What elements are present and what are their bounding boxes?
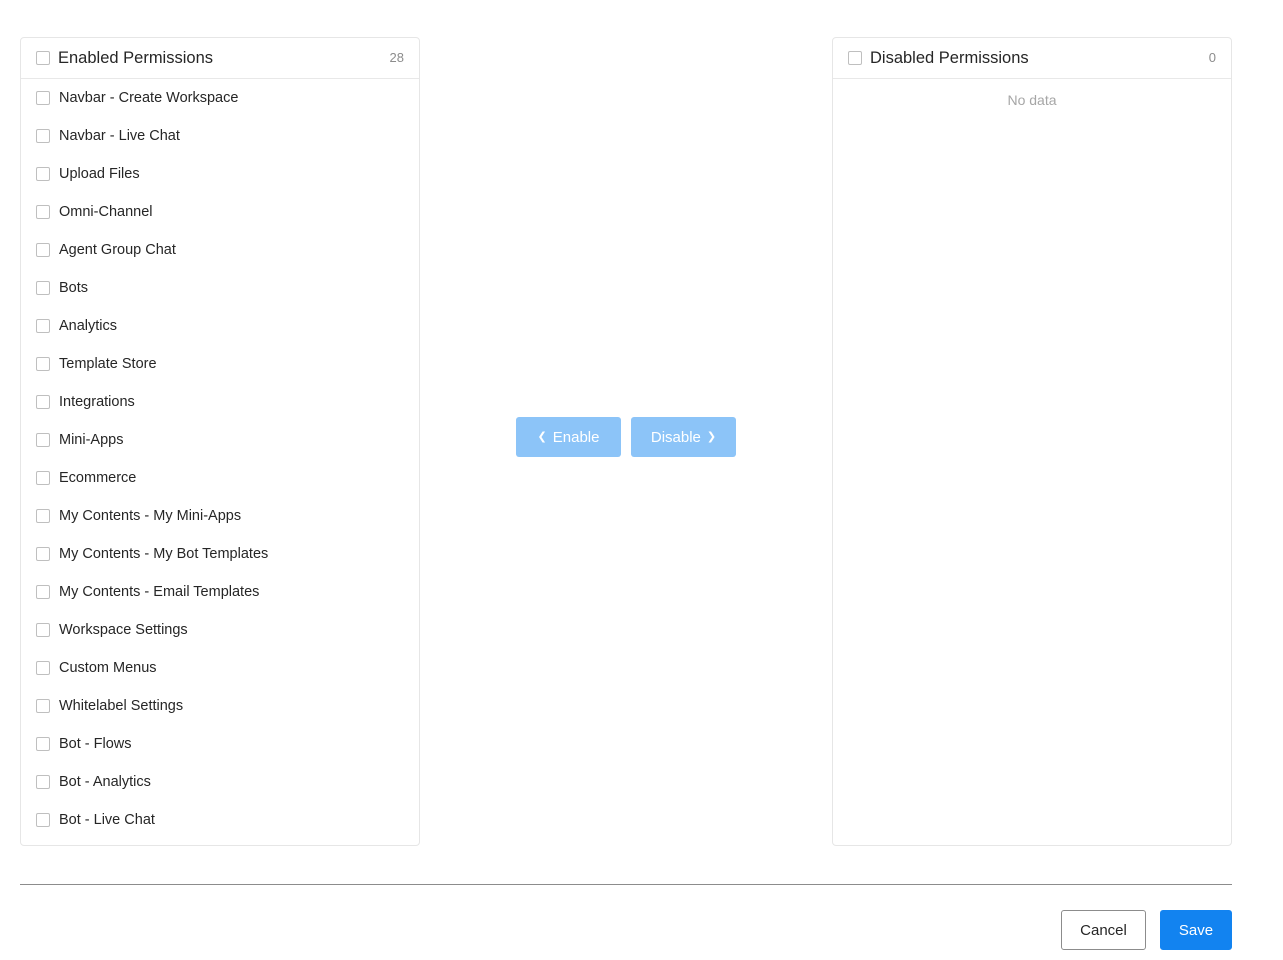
list-item[interactable]: Ecommerce [21, 459, 419, 497]
permissions-transfer-dialog: Enabled Permissions 28 Navbar - Create W… [0, 0, 1283, 960]
permission-label: Integrations [59, 394, 135, 410]
enable-button[interactable]: ❮ Enable [516, 417, 621, 457]
permission-label: Upload Files [59, 166, 140, 182]
enabled-panel-header: Enabled Permissions 28 [21, 38, 419, 79]
cancel-button[interactable]: Cancel [1061, 910, 1146, 950]
permission-checkbox[interactable] [36, 243, 50, 257]
disabled-empty-state: No data [1007, 92, 1057, 108]
permission-checkbox[interactable] [36, 395, 50, 409]
disabled-panel-header: Disabled Permissions 0 [833, 38, 1231, 79]
permission-checkbox[interactable] [36, 319, 50, 333]
permission-label: Whitelabel Settings [59, 698, 184, 714]
disabled-permissions-panel: Disabled Permissions 0 No data [832, 37, 1232, 846]
permission-checkbox[interactable] [36, 775, 50, 789]
list-item[interactable]: Agent Group Chat [21, 231, 419, 269]
disable-button[interactable]: Disable ❯ [631, 417, 736, 457]
list-item[interactable]: My Contents - My Mini-Apps [21, 497, 419, 535]
enabled-select-all-checkbox[interactable] [36, 51, 50, 65]
permission-label: Analytics [59, 318, 118, 334]
permission-label: Bot - Analytics [59, 774, 151, 790]
chevron-right-icon: ❯ [706, 430, 717, 443]
permission-label: Ecommerce [59, 470, 137, 486]
permission-label: Custom Menus [59, 660, 157, 676]
permission-checkbox[interactable] [36, 813, 50, 827]
list-item[interactable]: Whitelabel Settings [21, 687, 419, 725]
permission-checkbox[interactable] [36, 281, 50, 295]
permission-label: Bot - Flows [59, 736, 132, 752]
list-item[interactable]: Workspace Settings [21, 611, 419, 649]
list-item[interactable]: My Contents - My Bot Templates [21, 535, 419, 573]
permission-checkbox[interactable] [36, 129, 50, 143]
permission-checkbox[interactable] [36, 737, 50, 751]
list-item[interactable]: Navbar - Create Workspace [21, 79, 419, 117]
permission-label: Agent Group Chat [59, 242, 176, 258]
permission-checkbox[interactable] [36, 91, 50, 105]
permission-checkbox[interactable] [36, 357, 50, 371]
permission-label: My Contents - My Bot Templates [59, 546, 269, 562]
list-item[interactable]: Bot - Flows [21, 725, 419, 763]
list-item[interactable]: Integrations [21, 383, 419, 421]
enabled-permissions-panel: Enabled Permissions 28 Navbar - Create W… [20, 37, 420, 846]
list-item[interactable]: Bot - Live Chat [21, 801, 419, 839]
list-item[interactable]: Upload Files [21, 155, 419, 193]
enabled-panel-title: Enabled Permissions [58, 48, 213, 67]
save-button[interactable]: Save [1160, 910, 1232, 950]
permission-label: Template Store [59, 356, 157, 372]
enable-button-label: Enable [552, 428, 600, 446]
permission-label: Mini-Apps [59, 432, 124, 448]
permission-checkbox[interactable] [36, 167, 50, 181]
permission-label: Bots [59, 280, 89, 296]
permission-checkbox[interactable] [36, 661, 50, 675]
permission-label: Bot - Live Chat [59, 812, 155, 828]
permission-label: My Contents - Email Templates [59, 584, 260, 600]
permission-checkbox[interactable] [36, 509, 50, 523]
permission-checkbox[interactable] [36, 433, 50, 447]
enabled-permissions-list: Navbar - Create Workspace Navbar - Live C… [21, 79, 419, 839]
permission-label: Navbar - Live Chat [59, 128, 180, 144]
permission-checkbox[interactable] [36, 205, 50, 219]
permission-checkbox[interactable] [36, 585, 50, 599]
disabled-panel-count: 0 [1208, 50, 1216, 65]
list-item[interactable]: My Contents - Email Templates [21, 573, 419, 611]
list-item[interactable]: Bots [21, 269, 419, 307]
footer-divider [20, 884, 1232, 885]
permission-label: Omni-Channel [59, 204, 153, 220]
enabled-panel-count: 28 [389, 50, 404, 65]
permission-label: Navbar - Create Workspace [59, 90, 239, 106]
list-item[interactable]: Custom Menus [21, 649, 419, 687]
permission-checkbox[interactable] [36, 547, 50, 561]
list-item[interactable]: Mini-Apps [21, 421, 419, 459]
permission-label: Workspace Settings [59, 622, 188, 638]
chevron-left-icon: ❮ [537, 430, 547, 443]
list-item[interactable]: Analytics [21, 307, 419, 345]
list-item[interactable]: Navbar - Live Chat [21, 117, 419, 155]
list-item[interactable]: Template Store [21, 345, 419, 383]
disabled-select-all-checkbox[interactable] [848, 51, 862, 65]
disabled-panel-title: Disabled Permissions [870, 48, 1029, 67]
permission-checkbox[interactable] [36, 699, 50, 713]
permission-checkbox[interactable] [36, 623, 50, 637]
permission-label: My Contents - My Mini-Apps [59, 508, 242, 524]
list-item[interactable]: Omni-Channel [21, 193, 419, 231]
list-item[interactable]: Bot - Analytics [21, 763, 419, 801]
disable-button-label: Disable [650, 428, 701, 446]
permission-checkbox[interactable] [36, 471, 50, 485]
